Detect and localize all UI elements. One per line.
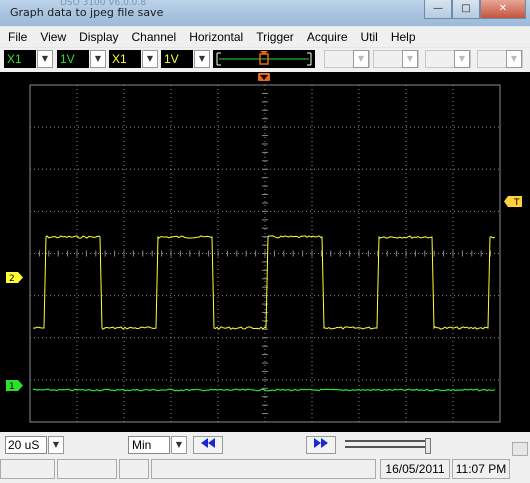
- oscilloscope-display: T 2 1: [0, 72, 530, 432]
- menu-view[interactable]: View: [32, 30, 71, 44]
- slider-thumb[interactable]: [425, 438, 431, 454]
- double-chevron-right-icon: [314, 438, 328, 448]
- ch2-marker-label: 2: [9, 274, 15, 284]
- chevron-down-icon: ▼: [402, 50, 418, 68]
- window-controls: — □ ✕: [424, 0, 526, 19]
- toolbar: X1 ▼ 1V ▼ X1 ▼ 1V ▼ ▼ ▼ ▼ ▼: [0, 48, 530, 72]
- maximize-button[interactable]: □: [452, 0, 480, 19]
- menu-display[interactable]: Display: [71, 30, 123, 44]
- status-cell: [119, 459, 149, 479]
- menu-help[interactable]: Help: [383, 30, 421, 44]
- ch2-level-marker[interactable]: 2: [6, 272, 23, 284]
- trigger-position-marker[interactable]: [258, 73, 270, 81]
- chevron-down-icon: ▼: [506, 50, 522, 68]
- menu-file[interactable]: File: [0, 30, 32, 44]
- timebase-select[interactable]: 20 uS: [5, 436, 47, 454]
- ch2-probe-select[interactable]: X1: [109, 50, 141, 68]
- acquisition-mode-select[interactable]: Min: [128, 436, 170, 454]
- horizontal-position-indicator[interactable]: [213, 50, 315, 68]
- menu-trigger[interactable]: Trigger: [248, 30, 299, 44]
- chevron-down-icon: ▼: [454, 50, 470, 68]
- menu-acquire[interactable]: Acquire: [299, 30, 353, 44]
- title-bar: DSO 3100 V6.0.0.8 Graph data to jpeg fil…: [0, 0, 530, 26]
- minimize-button[interactable]: —: [424, 0, 452, 19]
- status-cell: [0, 459, 55, 479]
- chevron-down-icon[interactable]: ▼: [48, 436, 64, 454]
- ch1-probe-select[interactable]: X1: [4, 50, 36, 68]
- ch2-volts-select[interactable]: 1V: [161, 50, 193, 68]
- close-button[interactable]: ✕: [480, 0, 526, 19]
- chevron-down-icon: ▼: [353, 50, 369, 68]
- menu-horizontal[interactable]: Horizontal: [181, 30, 248, 44]
- oscilloscope-svg: T 2 1: [6, 73, 522, 423]
- chevron-down-icon[interactable]: ▼: [37, 50, 53, 68]
- horizontal-slider[interactable]: [345, 438, 435, 454]
- menu-util[interactable]: Util: [353, 30, 383, 44]
- status-cell: [57, 459, 117, 479]
- status-cell: [151, 459, 376, 479]
- toolbar-grip: [512, 442, 528, 456]
- trigger-level-marker[interactable]: T: [504, 196, 522, 208]
- chevron-down-icon[interactable]: ▼: [194, 50, 210, 68]
- chevron-down-icon[interactable]: ▼: [90, 50, 106, 68]
- window-title: Graph data to jpeg file save: [10, 6, 164, 19]
- ch1-marker-label: 1: [9, 382, 15, 392]
- scroll-left-button[interactable]: [193, 436, 223, 454]
- trigger-level-label: T: [513, 198, 520, 208]
- scroll-right-button[interactable]: [306, 436, 336, 454]
- ch1-volts-select[interactable]: 1V: [57, 50, 89, 68]
- ch1-level-marker[interactable]: 1: [6, 380, 23, 392]
- chevron-down-icon[interactable]: ▼: [142, 50, 158, 68]
- time-display: 11:07 PM: [452, 459, 510, 479]
- double-chevron-left-icon: [201, 438, 215, 448]
- ch2-waveform: [32, 235, 496, 330]
- ch1-waveform: [32, 388, 496, 392]
- chevron-down-icon[interactable]: ▼: [171, 436, 187, 454]
- menu-bar: File View Display Channel Horizontal Tri…: [0, 27, 530, 47]
- date-display: 16/05/2011: [380, 459, 450, 479]
- menu-channel[interactable]: Channel: [124, 30, 182, 44]
